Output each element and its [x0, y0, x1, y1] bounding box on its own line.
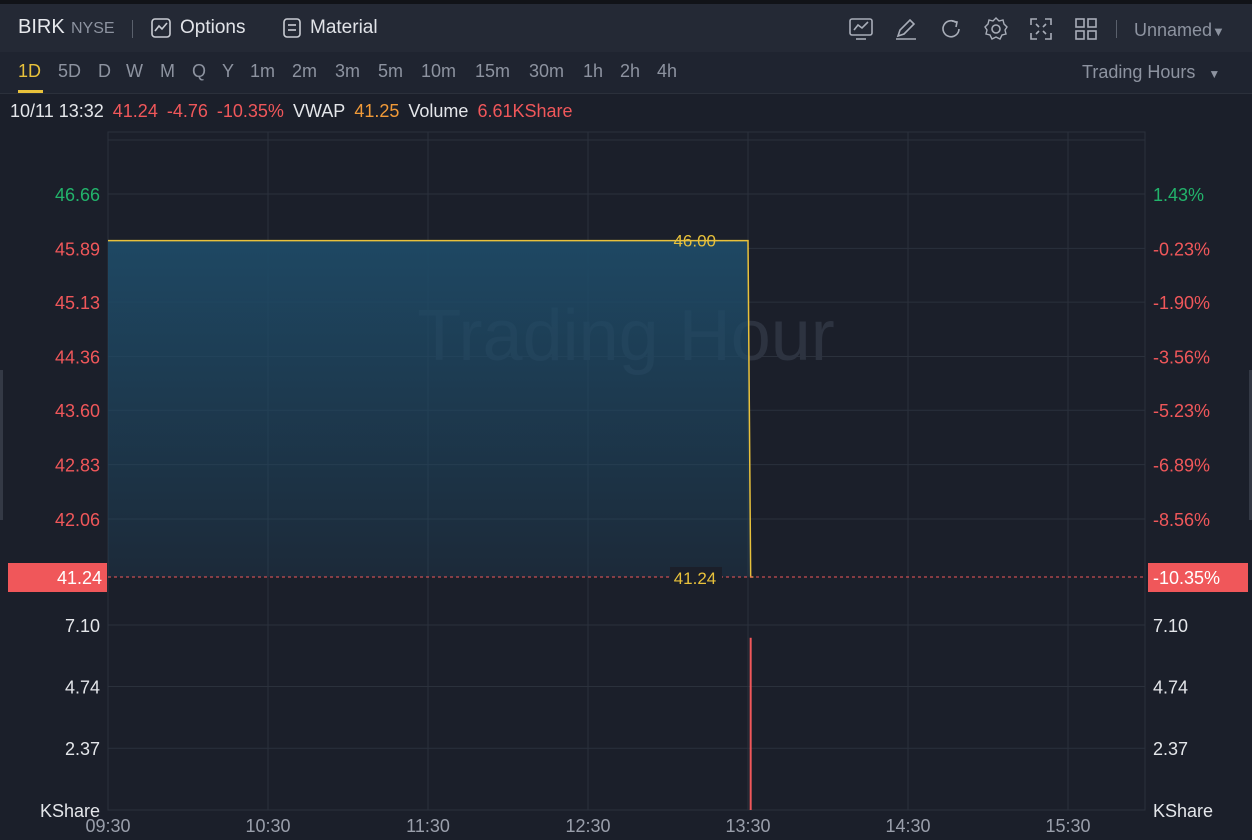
current-price-badge-label: 41.24 [57, 568, 102, 588]
volume-unit-label: KShare [40, 801, 100, 821]
volume-tick-label: 7.10 [65, 616, 100, 636]
current-marker-label: 41.24 [674, 569, 717, 588]
x-tick-label: 14:30 [885, 816, 930, 836]
volume-tick-label: 4.74 [65, 677, 100, 697]
intraday-chart[interactable]: 09:30 10:30 11:30 12:30 13:30 14:30 15:3046.66… [0, 0, 1252, 840]
pct-tick-label: -0.23% [1153, 239, 1210, 259]
current-pct-badge-label: -10.35% [1153, 568, 1220, 588]
pct-tick-label: -1.90% [1153, 293, 1210, 313]
price-tick-label: 46.66 [55, 185, 100, 205]
x-tick-label: 13:30 [725, 816, 770, 836]
price-tick-label: 45.89 [55, 239, 100, 259]
price-tick-label: 42.83 [55, 456, 100, 476]
volume-tick-label: 4.74 [1153, 677, 1188, 697]
price-tick-label: 42.06 [55, 510, 100, 530]
x-tick-label: 10:30 [245, 816, 290, 836]
price-tick-label: 43.60 [55, 401, 100, 421]
volume-tick-label: 7.10 [1153, 616, 1188, 636]
x-tick-label: 11:30 [406, 816, 450, 836]
high-marker-label: 46.00 [673, 232, 716, 251]
x-tick-label: 15:30 [1045, 816, 1090, 836]
pct-tick-label: -6.89% [1153, 456, 1210, 476]
price-area [108, 240, 754, 578]
price-tick-label: 45.13 [55, 293, 100, 313]
volume-tick-label: 2.37 [1153, 739, 1188, 759]
pct-tick-label: 1.43% [1153, 185, 1204, 205]
price-tick-label: 44.36 [55, 348, 100, 368]
volume-unit-label: KShare [1153, 801, 1213, 821]
volume-tick-label: 2.37 [65, 739, 100, 759]
pct-tick-label: -8.56% [1153, 510, 1210, 530]
pct-tick-label: -5.23% [1153, 401, 1210, 421]
x-tick-label: 12:30 [565, 816, 610, 836]
pct-tick-label: -3.56% [1153, 348, 1210, 368]
volume-bar [749, 637, 752, 810]
